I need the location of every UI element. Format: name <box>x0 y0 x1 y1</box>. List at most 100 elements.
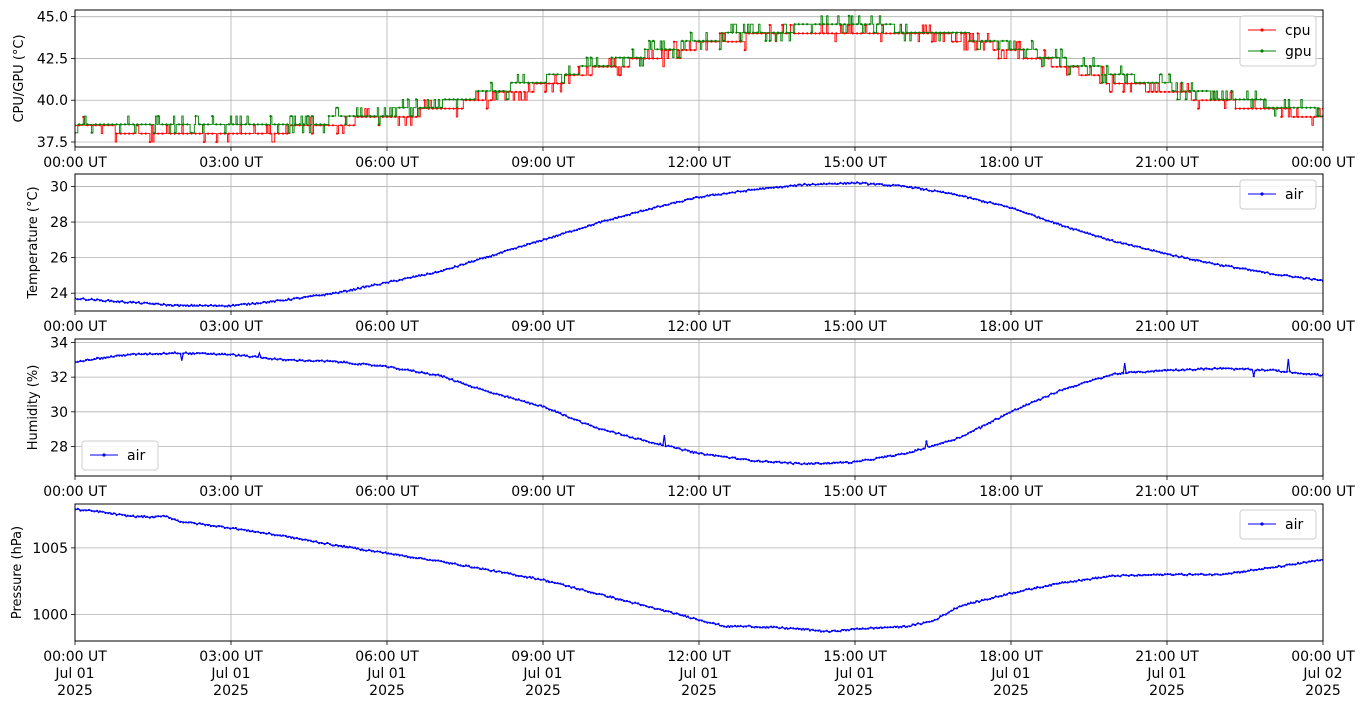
data-point <box>908 185 911 189</box>
data-point <box>194 132 197 135</box>
data-point <box>484 389 487 392</box>
data-point <box>668 48 672 51</box>
data-point <box>1011 592 1014 595</box>
data-point <box>1288 275 1291 278</box>
data-point <box>1219 366 1222 369</box>
data-point <box>265 123 268 126</box>
data-point <box>1111 373 1114 376</box>
data-point <box>1150 249 1153 252</box>
data-point <box>487 568 490 571</box>
x-tick-label: 21:00 UT <box>1135 484 1199 500</box>
x-tick-label: 06:00 UT <box>355 484 419 500</box>
data-point <box>244 123 247 126</box>
data-point <box>1305 276 1308 279</box>
data-point <box>1150 370 1153 373</box>
data-point <box>1294 371 1297 374</box>
data-point <box>623 56 626 59</box>
data-point <box>1083 231 1086 234</box>
data-point <box>1125 371 1128 375</box>
data-point <box>401 368 404 371</box>
data-point <box>575 228 579 232</box>
x-tick-label: 09:00 UT <box>511 484 575 500</box>
data-point <box>281 534 285 537</box>
data-point <box>1127 243 1130 247</box>
data-point <box>306 539 310 542</box>
data-point <box>110 355 113 358</box>
data-point <box>337 292 340 295</box>
data-point <box>409 276 412 279</box>
data-point <box>132 123 135 126</box>
data-point <box>1291 371 1294 375</box>
data-point <box>869 458 873 461</box>
data-point <box>1033 214 1036 217</box>
data-point <box>614 216 617 219</box>
data-point <box>919 623 923 626</box>
data-point <box>1158 369 1161 372</box>
data-point <box>90 358 93 361</box>
y-axis-label: Pressure (hPa) <box>10 526 25 619</box>
data-point <box>722 32 726 35</box>
data-point <box>481 257 484 260</box>
data-point <box>154 352 157 356</box>
data-point <box>1202 261 1205 264</box>
data-point <box>1130 370 1133 373</box>
data-point <box>128 123 131 126</box>
data-point <box>143 352 146 355</box>
data-point <box>650 606 654 609</box>
data-point <box>1302 561 1305 564</box>
data-point <box>387 281 390 284</box>
data-point <box>415 557 418 560</box>
data-point <box>908 625 911 628</box>
data-point <box>611 218 615 221</box>
data-point <box>1197 107 1200 110</box>
data-point <box>148 140 151 144</box>
data-point <box>123 354 126 357</box>
data-point <box>498 393 501 396</box>
data-point <box>817 629 820 632</box>
data-point <box>218 353 221 356</box>
data-point <box>198 123 201 126</box>
data-point <box>567 584 570 588</box>
data-point <box>140 302 143 305</box>
data-point <box>456 380 459 383</box>
data-point <box>650 441 654 444</box>
data-point <box>1097 74 1100 77</box>
data-point <box>82 123 85 126</box>
data-point <box>1147 573 1150 577</box>
data-point <box>600 428 604 431</box>
data-point <box>473 98 476 101</box>
data-point <box>82 115 85 118</box>
data-point <box>1266 369 1269 372</box>
data-point <box>1001 39 1004 43</box>
data-point <box>800 463 803 466</box>
data-point <box>843 32 846 35</box>
data-point <box>448 267 451 270</box>
data-point <box>412 275 415 278</box>
figure: 00:00 UT 03:00 UT 06:00 UT 09:00 UT 12:00 UT… <box>10 9 1355 699</box>
data-point <box>154 515 157 518</box>
data-point <box>897 31 900 34</box>
data-point <box>281 123 285 126</box>
data-point <box>1294 563 1297 566</box>
data-point <box>1041 217 1044 220</box>
data-point <box>351 362 354 365</box>
data-point <box>137 352 140 355</box>
data-point <box>392 279 395 282</box>
data-point <box>1186 256 1189 259</box>
data-point <box>110 299 113 302</box>
data-point <box>853 182 856 185</box>
data-point <box>1094 576 1097 579</box>
data-point <box>1076 64 1079 68</box>
data-point <box>801 32 805 35</box>
data-point <box>939 190 942 193</box>
data-point <box>1047 56 1050 59</box>
data-point <box>1159 73 1162 76</box>
data-point <box>1105 64 1108 68</box>
data-point <box>1188 89 1191 93</box>
data-point <box>839 460 842 464</box>
data-point <box>1088 64 1092 68</box>
data-point <box>542 405 545 408</box>
data-point <box>1061 225 1064 228</box>
data-point <box>1041 396 1044 399</box>
data-point <box>686 198 690 201</box>
